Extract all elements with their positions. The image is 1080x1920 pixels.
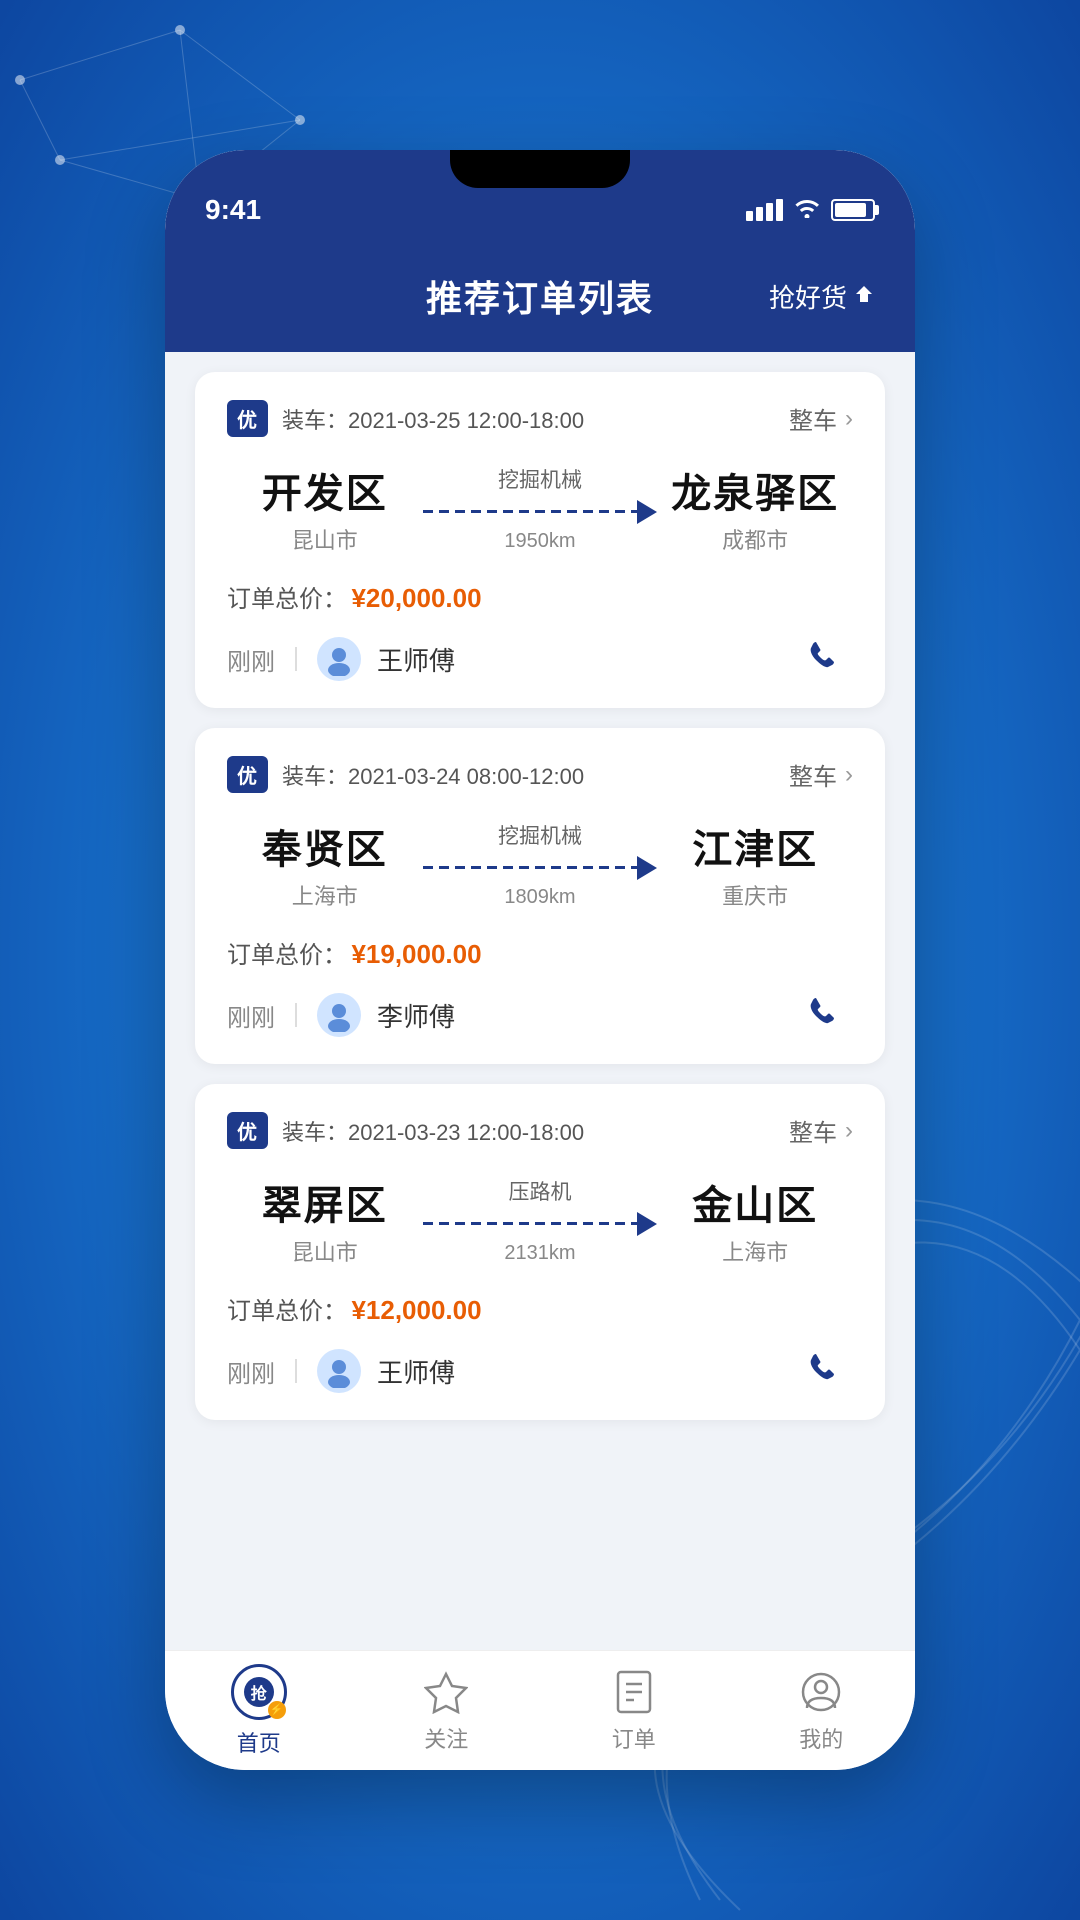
call-button[interactable] (803, 634, 853, 684)
price-value: ¥20,000.00 (351, 583, 481, 613)
card-header: 优 装车：2021-03-24 08:00-12:00 整车 › (227, 756, 853, 793)
driver-avatar (317, 1349, 361, 1393)
card-header: 优 装车：2021-03-23 12:00-18:00 整车 › (227, 1112, 853, 1149)
call-button[interactable] (803, 990, 853, 1040)
bottom-nav: 抢 ⚡ 首页 关注 订单 (165, 1650, 915, 1770)
post-time: 刚刚 (227, 642, 275, 677)
route-arrow (423, 500, 658, 524)
driver-name: 王师傅 (377, 641, 455, 678)
nav-order[interactable]: 订单 (540, 1668, 728, 1754)
price-section: 订单总价： ¥19,000.00 (227, 935, 853, 970)
price-section: 订单总价： ¥20,000.00 (227, 579, 853, 614)
app-header: 推荐订单列表 抢好货 (165, 250, 915, 352)
chevron-right-icon: › (845, 1117, 853, 1145)
route-middle: 挖掘机械 1950km (423, 464, 658, 553)
grab-goods-button[interactable]: 抢好货 (769, 278, 875, 315)
mine-icon (797, 1668, 845, 1716)
chevron-right-icon: › (845, 761, 853, 789)
order-card[interactable]: 优 装车：2021-03-24 08:00-12:00 整车 › 奉贤区 上海市… (195, 728, 885, 1064)
cargo-type: 整车 (789, 757, 837, 792)
driver-row: 刚刚 王师傅 (227, 1346, 853, 1396)
post-time: 刚刚 (227, 1354, 275, 1389)
from-city: 奉贤区 上海市 (227, 817, 423, 911)
to-city: 龙泉驿区 成都市 (657, 461, 853, 555)
driver-row: 刚刚 李师傅 (227, 990, 853, 1040)
chevron-right-icon: › (845, 405, 853, 433)
phone-shell: 9:41 推荐订单列表 抢好货 (165, 150, 915, 1770)
order-list: 优 装车：2021-03-25 12:00-18:00 整车 › 开发区 昆山市… (165, 352, 915, 1650)
route-section: 奉贤区 上海市 挖掘机械 1809km 江津区 重庆市 (227, 817, 853, 911)
route-section: 开发区 昆山市 挖掘机械 1950km 龙泉驿区 成都市 (227, 461, 853, 555)
route-arrow (423, 856, 658, 880)
nav-home-label: 首页 (237, 1726, 281, 1758)
battery-icon (831, 199, 875, 221)
priority-badge: 优 (227, 400, 268, 437)
order-card[interactable]: 优 装车：2021-03-23 12:00-18:00 整车 › 翠屏区 昆山市… (195, 1084, 885, 1420)
notch (450, 150, 630, 188)
divider (295, 647, 297, 671)
status-bar: 9:41 (165, 150, 915, 250)
order-icon (610, 1668, 658, 1716)
route-arrow (423, 1212, 658, 1236)
priority-badge: 优 (227, 756, 268, 793)
call-button[interactable] (803, 1346, 853, 1396)
price-section: 订单总价： ¥12,000.00 (227, 1291, 853, 1326)
order-card[interactable]: 优 装车：2021-03-25 12:00-18:00 整车 › 开发区 昆山市… (195, 372, 885, 708)
follow-icon (422, 1668, 470, 1716)
to-city: 金山区 上海市 (657, 1173, 853, 1267)
divider (295, 1003, 297, 1027)
lightning-icon: ⚡ (268, 1701, 286, 1719)
loading-time: 装车：2021-03-23 12:00-18:00 (282, 1115, 584, 1147)
card-header: 优 装车：2021-03-25 12:00-18:00 整车 › (227, 400, 853, 437)
nav-mine-label: 我的 (799, 1722, 843, 1754)
loading-time: 装车：2021-03-25 12:00-18:00 (282, 403, 584, 435)
cargo-type: 整车 (789, 401, 837, 436)
status-time: 9:41 (205, 194, 261, 226)
route-middle: 压路机 2131km (423, 1176, 658, 1265)
route-middle: 挖掘机械 1809km (423, 820, 658, 909)
from-city: 开发区 昆山市 (227, 461, 423, 555)
divider (295, 1359, 297, 1383)
nav-home[interactable]: 抢 ⚡ 首页 (165, 1664, 353, 1758)
price-value: ¥12,000.00 (351, 1295, 481, 1325)
page-title: 推荐订单列表 (426, 270, 654, 322)
post-time: 刚刚 (227, 998, 275, 1033)
status-icons (746, 196, 875, 224)
to-city: 江津区 重庆市 (657, 817, 853, 911)
wifi-icon (793, 196, 821, 224)
driver-name: 王师傅 (377, 1353, 455, 1390)
cargo-type: 整车 (789, 1113, 837, 1148)
nav-mine[interactable]: 我的 (728, 1668, 916, 1754)
loading-time: 装车：2021-03-24 08:00-12:00 (282, 759, 584, 791)
nav-follow[interactable]: 关注 (353, 1668, 541, 1754)
from-city: 翠屏区 昆山市 (227, 1173, 423, 1267)
price-value: ¥19,000.00 (351, 939, 481, 969)
driver-row: 刚刚 王师傅 (227, 634, 853, 684)
nav-order-label: 订单 (612, 1722, 656, 1754)
driver-name: 李师傅 (377, 997, 455, 1034)
driver-avatar (317, 993, 361, 1037)
route-section: 翠屏区 昆山市 压路机 2131km 金山区 上海市 (227, 1173, 853, 1267)
driver-avatar (317, 637, 361, 681)
signal-icon (746, 199, 783, 221)
nav-follow-label: 关注 (424, 1722, 468, 1754)
priority-badge: 优 (227, 1112, 268, 1149)
home-icon: 抢 ⚡ (231, 1664, 287, 1720)
